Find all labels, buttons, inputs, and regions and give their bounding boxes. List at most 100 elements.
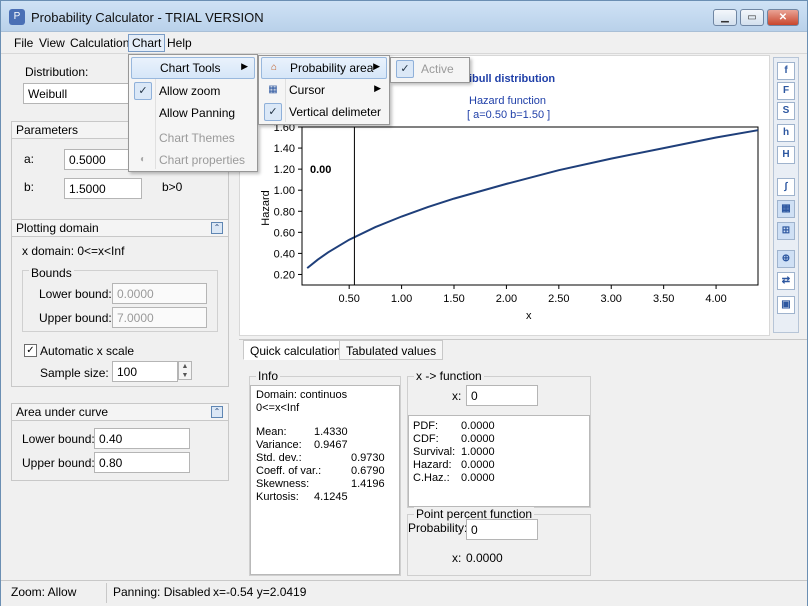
hazard-icon[interactable]: h [777,124,795,142]
grid-icon[interactable]: ▦ [777,200,795,218]
x-function-x-input[interactable]: 0 [466,385,538,406]
close-button[interactable]: ✕ [767,9,799,26]
result-label: Survival: [413,446,456,458]
x-tick-label: 0.50 [338,293,359,305]
stat-label: Kurtosis: [256,491,299,503]
area-lower-input[interactable]: 0.40 [94,428,190,449]
stat-label: Variance: [256,439,302,451]
menu-item-chart-themes[interactable]: Chart Themes [131,128,255,150]
table-icon[interactable]: ⊞ [777,222,795,240]
cdf-icon[interactable]: F [777,82,795,100]
x-tick-label: 2.50 [548,293,569,305]
plot-lower-input[interactable]: 0.0000 [112,283,207,304]
menu-item-chart-tools[interactable]: Chart Tools ▶ [131,57,255,79]
status-panning: Panning: Disabled [113,585,211,599]
y-tick-label: 1.20 [274,164,295,176]
menu-view[interactable]: View [36,35,68,51]
ppf-probability-input[interactable]: 0 [466,519,538,540]
info-title: Info [256,369,281,383]
swap-icon[interactable]: ⇄ [777,272,795,290]
stat-value: 1.4196 [351,478,385,490]
info-domain-line2: 0<=x<Inf [256,402,300,414]
menu-help[interactable]: Help [164,35,195,51]
plot-upper-input[interactable]: 7.0000 [112,307,207,328]
result-value: 0.0000 [461,433,495,445]
menu-item-cursor[interactable]: ▦ Cursor ▶ [261,80,387,102]
plot-lower-label: Lower bound: [39,287,112,301]
y-axis-label: Hazard [260,190,272,225]
chart-tools-label: Chart Tools [160,61,221,75]
status-zoom: Zoom: Allow [11,585,77,599]
chart-properties-label: Chart properties [159,153,246,167]
pdf-icon[interactable]: f [777,62,795,80]
menu-chart[interactable]: Chart [128,34,166,52]
x-function-x-label: x: [452,389,462,403]
sample-size-spinner[interactable]: ▲ ▼ [178,361,192,380]
stat-label: Std. dev.: [256,452,302,464]
y-tick-label: 0.40 [274,248,295,260]
x-function-results: PDF: 0.0000 CDF: 0.0000 Survival: 1.0000 Hazar… [408,415,590,507]
app-window: P Probability Calculator - TRIAL VERSION… [0,0,808,606]
menu-item-active[interactable]: ✓ Active [393,59,467,81]
bounds-title: Bounds [29,266,74,280]
y-tick-label: 1.40 [274,143,295,155]
chart-themes-label: Chart Themes [159,131,235,145]
bounds-fieldset: Bounds Lower bound: 0.0000 Upper bound: … [22,266,218,332]
tab-tabulated-values[interactable]: Tabulated values [339,340,444,360]
submenu-arrow-icon: ▶ [374,83,381,93]
menu-item-chart-properties[interactable]: ◐ Chart properties [131,150,255,172]
result-value: 1.0000 [461,446,495,458]
active-label: Active [421,62,454,76]
maximize-button[interactable]: ▭ [740,9,764,26]
menu-item-probability-area[interactable]: ⌂ Probability area ▶ [261,57,387,79]
ppf-x-label: x: [452,551,462,565]
area-upper-input[interactable]: 0.80 [94,452,190,473]
status-coordinates: x=-0.54 y=2.0419 [213,585,307,599]
stat-value: 0.9730 [351,452,385,464]
collapse-area-icon[interactable]: ⌃ [211,406,223,418]
survival-icon[interactable]: S [777,102,795,120]
stat-label: Coeff. of var.: [256,465,322,477]
info-group: Info Domain: continuos 0<=x<Inf Mean: 1.4… [249,369,401,576]
menu-item-allow-zoom[interactable]: ✓ Allow zoom [131,81,255,103]
chart-subtitle: Hazard function [469,95,546,107]
area-upper-label: Upper bound: [22,456,95,470]
param-a-label: a: [24,152,35,166]
y-tick-label: 0.20 [274,269,295,281]
menu-file[interactable]: File [11,35,36,51]
result-label: CDF: [413,433,439,445]
param-b-input[interactable]: 1.5000 [64,178,142,199]
chart-title: ibull distribution [469,73,555,85]
auto-scale-checkbox[interactable]: ✓ [24,344,37,357]
area-lower-label: Lower bound: [22,432,95,446]
stat-label: Skewness: [256,478,310,490]
zoom-icon[interactable]: ⊕ [777,250,795,268]
distribution-select[interactable]: Weibull [23,83,133,104]
chart-toolbar: f F Sh H ∫ ▦ ⊞ ⊕ ⇄ ▣ [773,57,799,333]
integral-icon[interactable]: ∫ [777,178,795,196]
cum-hazard-icon[interactable]: H [777,146,795,164]
cursor-icon: ▦ [268,84,278,95]
sample-size-input[interactable]: 100 [112,361,178,382]
param-b-constraint: b>0 [162,180,183,194]
stat-value: 0.9467 [314,439,348,451]
image-icon[interactable]: ▣ [777,296,795,314]
area-title: Area under curve [16,405,109,419]
minimize-button[interactable]: ▁ [713,9,737,26]
stat-value: 1.4330 [314,426,348,438]
area-header: Area under curve ⌃ [12,404,228,421]
x-domain-text: x domain: 0<=x<Inf [22,244,125,258]
param-b-label: b: [24,180,35,194]
x-function-title: x -> function [414,369,484,383]
menu-calculation[interactable]: Calculation [67,35,132,51]
menu-bar: File View Calculation Chart Help [1,32,807,54]
tab-quick-calculation[interactable]: Quick calculation [243,340,348,360]
status-bar: Zoom: Allow Panning: Disabled x=-0.54 y=… [1,580,807,606]
probability-area-label: Probability area [290,61,374,75]
parameters-title: Parameters [16,123,79,137]
submenu-arrow-icon: ▶ [373,61,380,71]
menu-item-allow-panning[interactable]: Allow Panning [131,103,255,125]
x-tick-label: 4.00 [705,293,726,305]
collapse-plotting-icon[interactable]: ⌃ [211,222,223,234]
menu-item-vertical-delimeter[interactable]: ✓ Vertical delimeter [261,102,387,124]
